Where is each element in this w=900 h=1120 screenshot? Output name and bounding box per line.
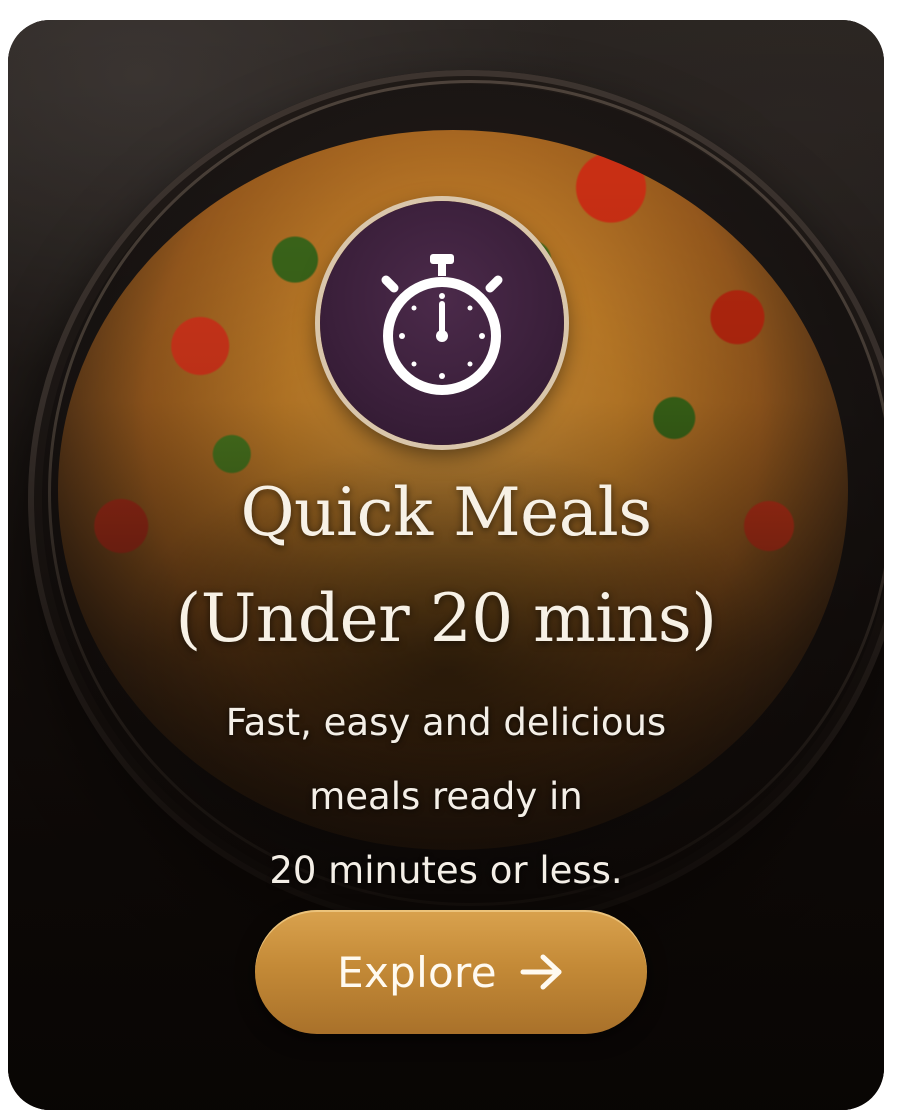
explore-button-label: Explore — [337, 947, 497, 997]
description-line: meals ready in — [309, 775, 583, 818]
card-title-line1: Quick Meals — [240, 474, 652, 551]
explore-button[interactable]: Explore — [255, 910, 647, 1034]
quick-meals-card[interactable]: Quick Meals (Under 20 mins) Fast, easy a… — [8, 20, 884, 1110]
description-line: Fast, easy and delicious — [225, 701, 667, 744]
arrow-right-icon — [520, 954, 562, 990]
card-description: Fast, easy and delicious meals ready in … — [158, 686, 734, 908]
stopwatch-badge — [320, 201, 564, 445]
description-line: 20 minutes or less. — [269, 849, 623, 892]
stopwatch-icon — [381, 254, 503, 395]
card-title-line2: (Under 20 mins) — [175, 580, 718, 657]
